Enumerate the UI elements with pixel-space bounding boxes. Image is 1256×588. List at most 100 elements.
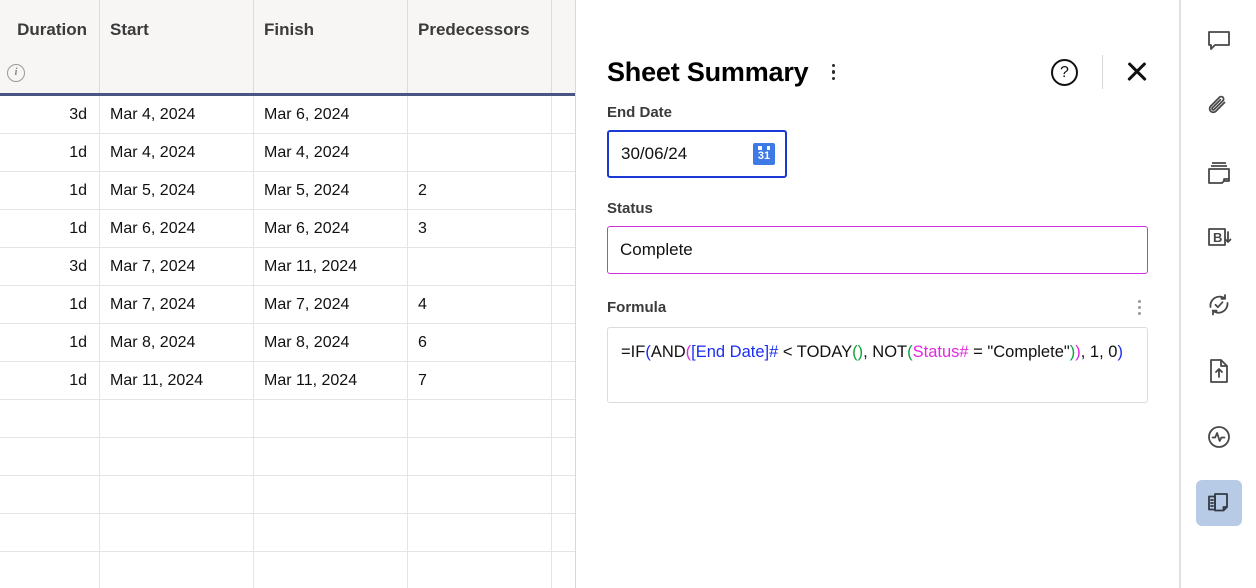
- cell-filler[interactable]: [552, 324, 575, 361]
- cell-filler[interactable]: [552, 400, 575, 437]
- cell-predecessors[interactable]: 7: [408, 362, 552, 399]
- info-icon[interactable]: i: [7, 64, 25, 82]
- cell-start[interactable]: [100, 438, 254, 475]
- cell-filler[interactable]: [552, 172, 575, 209]
- cell-start[interactable]: Mar 11, 2024: [100, 362, 254, 399]
- cell-finish[interactable]: Mar 7, 2024: [254, 286, 408, 323]
- cell-filler[interactable]: [552, 248, 575, 285]
- table-row[interactable]: 3d Mar 4, 2024 Mar 6, 2024: [0, 96, 575, 134]
- cell-duration[interactable]: [0, 400, 100, 437]
- cell-filler[interactable]: [552, 96, 575, 133]
- status-input[interactable]: Complete: [607, 226, 1148, 274]
- cell-filler[interactable]: [552, 438, 575, 475]
- kebab-menu-icon[interactable]: [822, 59, 844, 85]
- cell-finish[interactable]: [254, 400, 408, 437]
- cell-duration[interactable]: 1d: [0, 134, 100, 171]
- table-row[interactable]: [0, 476, 575, 514]
- cell-start[interactable]: Mar 7, 2024: [100, 286, 254, 323]
- cell-finish[interactable]: Mar 11, 2024: [254, 248, 408, 285]
- table-row[interactable]: 1d Mar 6, 2024 Mar 6, 2024 3: [0, 210, 575, 248]
- table-row[interactable]: 1d Mar 7, 2024 Mar 7, 2024 4: [0, 286, 575, 324]
- table-row[interactable]: 1d Mar 5, 2024 Mar 5, 2024 2: [0, 172, 575, 210]
- column-header-duration[interactable]: Duration i: [0, 0, 100, 93]
- cell-filler[interactable]: [552, 210, 575, 247]
- cell-predecessors[interactable]: [408, 134, 552, 171]
- cell-start[interactable]: [100, 400, 254, 437]
- cell-predecessors[interactable]: [408, 514, 552, 551]
- cell-predecessors[interactable]: 4: [408, 286, 552, 323]
- proof-button[interactable]: [1196, 150, 1242, 196]
- cell-duration[interactable]: 1d: [0, 172, 100, 209]
- cell-finish[interactable]: [254, 476, 408, 513]
- cell-duration[interactable]: 1d: [0, 286, 100, 323]
- table-row[interactable]: [0, 514, 575, 552]
- cell-filler[interactable]: [552, 514, 575, 551]
- cell-duration[interactable]: [0, 552, 100, 588]
- cell-predecessors[interactable]: [408, 476, 552, 513]
- table-row[interactable]: [0, 552, 575, 588]
- calendar-icon[interactable]: 31: [753, 143, 775, 165]
- brandfolder-button[interactable]: B: [1196, 216, 1242, 262]
- cell-predecessors[interactable]: [408, 438, 552, 475]
- cell-filler[interactable]: [552, 552, 575, 588]
- cell-duration[interactable]: 3d: [0, 248, 100, 285]
- column-header-predecessors[interactable]: Predecessors: [408, 0, 552, 93]
- cell-start[interactable]: Mar 7, 2024: [100, 248, 254, 285]
- cell-finish[interactable]: Mar 11, 2024: [254, 362, 408, 399]
- cell-start[interactable]: Mar 8, 2024: [100, 324, 254, 361]
- table-row[interactable]: 1d Mar 4, 2024 Mar 4, 2024: [0, 134, 575, 172]
- comments-button[interactable]: [1196, 18, 1242, 64]
- cell-filler[interactable]: [552, 362, 575, 399]
- table-row[interactable]: [0, 400, 575, 438]
- publish-button[interactable]: [1196, 348, 1242, 394]
- cell-start[interactable]: Mar 4, 2024: [100, 134, 254, 171]
- cell-filler[interactable]: [552, 476, 575, 513]
- cell-start[interactable]: Mar 5, 2024: [100, 172, 254, 209]
- formula-kebab-menu-icon[interactable]: [1130, 296, 1148, 318]
- table-row[interactable]: 3d Mar 7, 2024 Mar 11, 2024: [0, 248, 575, 286]
- cell-predecessors[interactable]: 6: [408, 324, 552, 361]
- cell-finish[interactable]: Mar 8, 2024: [254, 324, 408, 361]
- cell-predecessors[interactable]: [408, 552, 552, 588]
- cell-duration[interactable]: 1d: [0, 362, 100, 399]
- close-x-icon[interactable]: [1123, 58, 1151, 86]
- table-row[interactable]: [0, 438, 575, 476]
- cell-duration[interactable]: 1d: [0, 324, 100, 361]
- cell-finish[interactable]: [254, 438, 408, 475]
- cell-duration[interactable]: 1d: [0, 210, 100, 247]
- cell-duration[interactable]: [0, 514, 100, 551]
- formula-token: (): [852, 343, 864, 361]
- cell-predecessors[interactable]: 2: [408, 172, 552, 209]
- attachments-button[interactable]: [1196, 84, 1242, 130]
- cell-finish[interactable]: [254, 552, 408, 588]
- cell-predecessors[interactable]: [408, 400, 552, 437]
- cell-start[interactable]: [100, 514, 254, 551]
- cell-predecessors[interactable]: [408, 248, 552, 285]
- cell-predecessors[interactable]: [408, 96, 552, 133]
- cell-duration[interactable]: 3d: [0, 96, 100, 133]
- update-request-button[interactable]: [1196, 282, 1242, 328]
- cell-start[interactable]: [100, 552, 254, 588]
- cell-filler[interactable]: [552, 286, 575, 323]
- sheet-summary-button[interactable]: [1195, 480, 1242, 526]
- table-row[interactable]: 1d Mar 8, 2024 Mar 8, 2024 6: [0, 324, 575, 362]
- cell-duration[interactable]: [0, 476, 100, 513]
- help-circle-icon[interactable]: ?: [1051, 58, 1078, 86]
- end-date-input[interactable]: 30/06/24 31: [607, 130, 787, 178]
- cell-filler[interactable]: [552, 134, 575, 171]
- cell-finish[interactable]: Mar 6, 2024: [254, 210, 408, 247]
- table-row[interactable]: 1d Mar 11, 2024 Mar 11, 2024 7: [0, 362, 575, 400]
- cell-start[interactable]: [100, 476, 254, 513]
- column-header-start[interactable]: Start: [100, 0, 254, 93]
- activity-log-button[interactable]: [1196, 414, 1242, 460]
- cell-predecessors[interactable]: 3: [408, 210, 552, 247]
- cell-start[interactable]: Mar 6, 2024: [100, 210, 254, 247]
- cell-finish[interactable]: [254, 514, 408, 551]
- column-header-finish[interactable]: Finish: [254, 0, 408, 93]
- cell-finish[interactable]: Mar 6, 2024: [254, 96, 408, 133]
- cell-finish[interactable]: Mar 4, 2024: [254, 134, 408, 171]
- cell-finish[interactable]: Mar 5, 2024: [254, 172, 408, 209]
- cell-duration[interactable]: [0, 438, 100, 475]
- cell-start[interactable]: Mar 4, 2024: [100, 96, 254, 133]
- formula-input[interactable]: =IF(AND([End Date]# < TODAY(), NOT(Statu…: [607, 327, 1148, 403]
